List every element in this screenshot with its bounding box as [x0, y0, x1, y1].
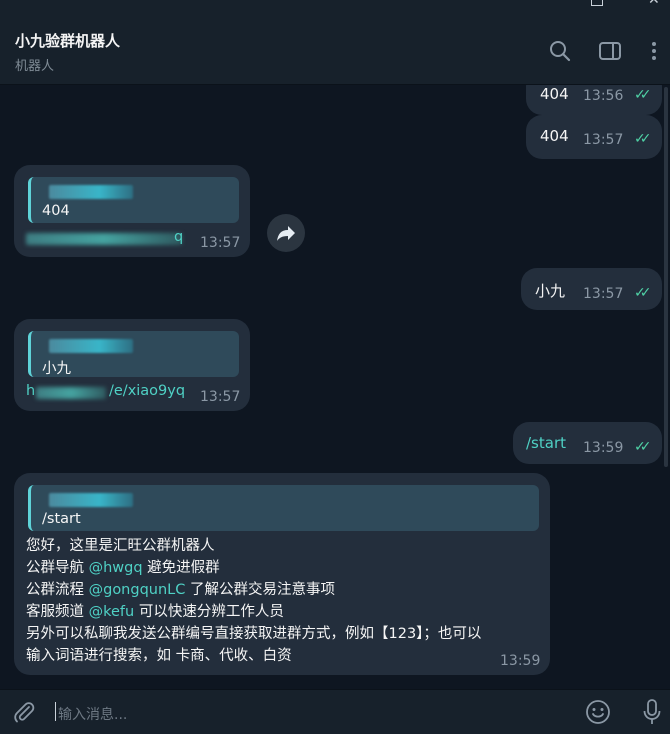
reply-quote[interactable]: 小九 — [28, 331, 239, 377]
search-icon[interactable] — [547, 38, 573, 64]
message-time: 13:57 — [200, 389, 241, 405]
window-titlebar: ✕ — [0, 0, 670, 18]
close-icon[interactable]: ✕ — [648, 0, 660, 8]
redacted-link — [36, 387, 106, 399]
maximize-icon[interactable] — [591, 0, 603, 6]
outgoing-message[interactable]: 404 13:56 ✓✓ — [526, 85, 662, 115]
read-receipt-icon: ✓✓ — [634, 87, 652, 103]
message-line: 输入词语进行搜索，如 卡商、代收、白资 — [26, 648, 292, 664]
message-link[interactable]: q — [174, 229, 183, 245]
message-line: 公群导航 @hwgq 避免进假群 — [26, 560, 220, 576]
message-body: 您好，这里是汇旺公群机器人 公群导航 @hwgq 避免进假群 公群流程 @gon… — [26, 535, 481, 667]
more-vertical-icon[interactable] — [641, 38, 667, 64]
paperclip-icon[interactable] — [12, 700, 36, 728]
message-input[interactable]: 输入消息... — [58, 704, 127, 724]
outgoing-message[interactable]: 小九 13:57 ✓✓ — [521, 268, 662, 310]
read-receipt-icon: ✓✓ — [634, 439, 652, 455]
message-link[interactable]: /e/xiao9yq — [109, 383, 185, 399]
message-list[interactable]: 404 13:56 ✓✓ 404 13:57 ✓✓ 404 q 13:57 小九… — [0, 85, 670, 688]
redacted-link — [26, 233, 182, 245]
mention-link[interactable]: @hwgq — [89, 560, 143, 576]
message-line: 您好，这里是汇旺公群机器人 — [26, 538, 215, 554]
message-text: 404 — [540, 85, 569, 103]
incoming-message[interactable]: /start 您好，这里是汇旺公群机器人 公群导航 @hwgq 避免进假群 公群… — [14, 473, 550, 675]
forward-icon[interactable] — [267, 214, 305, 252]
quote-author — [49, 339, 133, 353]
message-time: 13:57 — [583, 286, 624, 302]
message-time: 13:56 — [583, 88, 624, 104]
read-receipt-icon: ✓✓ — [634, 285, 652, 301]
quote-text: /start — [42, 511, 81, 527]
reply-quote[interactable]: 404 — [28, 177, 239, 223]
reply-quote[interactable]: /start — [28, 485, 539, 531]
sidebar-toggle-icon[interactable] — [597, 38, 623, 64]
message-line: 客服频道 @kefu 可以快速分辨工作人员 — [26, 604, 284, 620]
message-text: 小九 — [535, 282, 566, 300]
emoji-icon[interactable] — [585, 699, 611, 729]
message-link[interactable]: h — [26, 383, 35, 399]
mention-link[interactable]: @gongqunLC — [89, 582, 186, 598]
incoming-message[interactable]: 小九 h /e/xiao9yq 13:57 — [14, 319, 250, 411]
message-command[interactable]: /start — [526, 434, 566, 452]
mention-link[interactable]: @kefu — [89, 604, 135, 620]
incoming-message[interactable]: 404 q 13:57 — [14, 165, 250, 257]
outgoing-message[interactable]: 404 13:57 ✓✓ — [526, 115, 662, 159]
message-line: 另外可以私聊我发送公群编号直接获取进群方式，例如【123】；也可以 — [26, 626, 482, 642]
quote-text: 404 — [42, 203, 70, 219]
message-text: 404 — [540, 127, 569, 145]
quote-author — [49, 493, 133, 507]
message-time: 13:57 — [200, 235, 241, 251]
read-receipt-icon: ✓✓ — [634, 131, 652, 147]
chat-title[interactable]: 小九验群机器人 — [15, 30, 120, 51]
quote-text: 小九 — [42, 361, 71, 377]
text-caret — [55, 702, 56, 721]
microphone-icon[interactable] — [642, 698, 662, 730]
message-input-bar: 输入消息... — [0, 689, 670, 734]
message-time: 13:59 — [583, 440, 624, 456]
message-time: 13:57 — [583, 132, 624, 148]
outgoing-message[interactable]: /start 13:59 ✓✓ — [513, 422, 662, 464]
chat-subtitle: 机器人 — [15, 59, 55, 74]
chat-header: 小九验群机器人 机器人 — [0, 18, 670, 85]
quote-author — [49, 185, 133, 199]
message-time: 13:59 — [500, 653, 541, 669]
message-line: 公群流程 @gongqunLC 了解公群交易注意事项 — [26, 582, 335, 598]
scrollbar[interactable] — [664, 87, 668, 467]
